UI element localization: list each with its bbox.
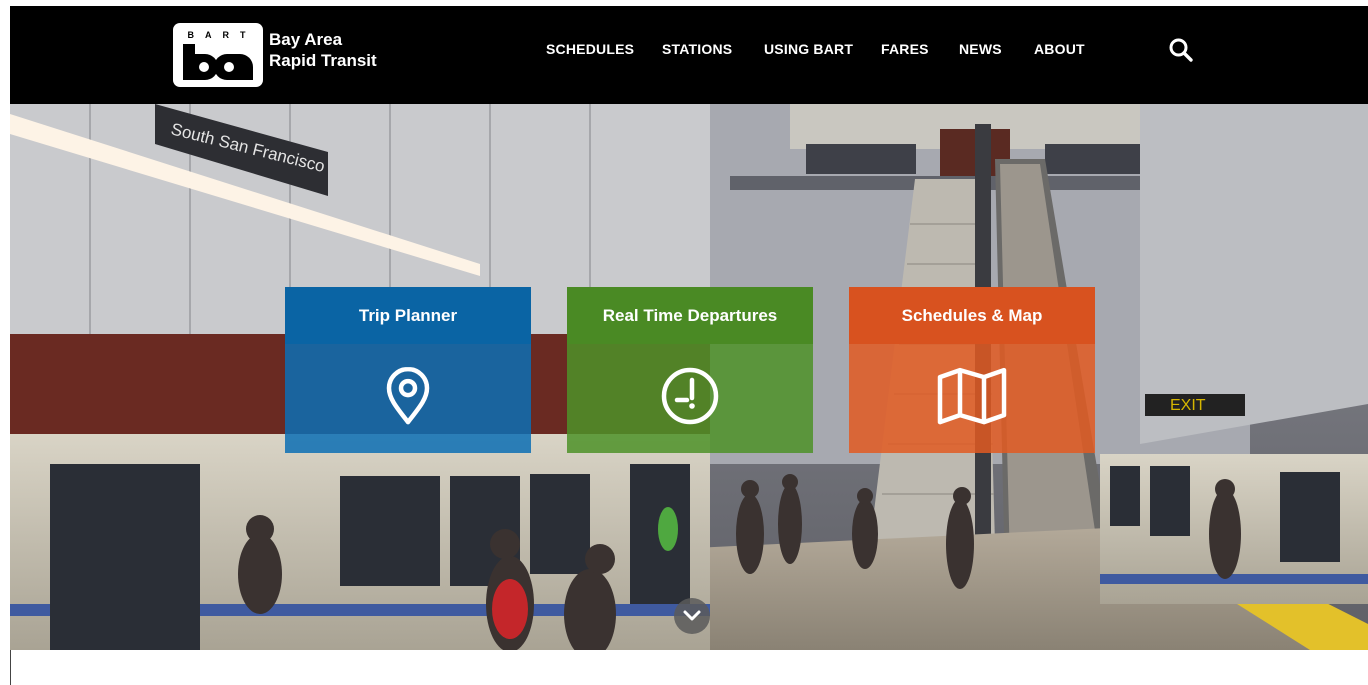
tile-schedules-and-map[interactable]: Schedules & Map (849, 287, 1095, 453)
search-icon[interactable] (1168, 37, 1194, 63)
ba-logo-mark (183, 44, 253, 80)
tile-real-time-departures[interactable]: Real Time Departures (567, 287, 813, 453)
tile-trip-planner[interactable]: Trip Planner (285, 287, 531, 453)
brand-name[interactable]: Bay Area Rapid Transit (269, 29, 377, 71)
exit-sign-text: EXIT (1170, 397, 1206, 414)
tile-title: Real Time Departures (567, 287, 813, 344)
chevron-down-icon (683, 610, 701, 621)
nav-about[interactable]: ABOUT (1034, 41, 1085, 57)
tile-body (285, 344, 531, 453)
tile-title: Schedules & Map (849, 287, 1095, 344)
divider (10, 650, 11, 685)
nav-fares[interactable]: FARES (881, 41, 929, 57)
nav-schedules[interactable]: SCHEDULES (546, 41, 634, 57)
nav-news[interactable]: NEWS (959, 41, 1002, 57)
nav-stations[interactable]: STATIONS (662, 41, 732, 57)
hero-station-photo: South San Francisco EXIT Trip Planner Re… (10, 104, 1368, 650)
folded-map-icon (937, 367, 1007, 424)
tile-title: Trip Planner (285, 287, 531, 344)
clock-icon (661, 367, 719, 424)
bart-logo[interactable]: BART (173, 23, 263, 87)
logo-small-text: BART (187, 30, 257, 40)
map-pin-icon (386, 366, 430, 424)
scroll-down-button[interactable] (674, 598, 710, 634)
nav-using-bart[interactable]: USING BART (764, 41, 853, 57)
tile-body (567, 344, 813, 453)
tile-body (849, 344, 1095, 453)
brand-line-2: Rapid Transit (269, 51, 377, 70)
brand-line-1: Bay Area (269, 30, 343, 49)
